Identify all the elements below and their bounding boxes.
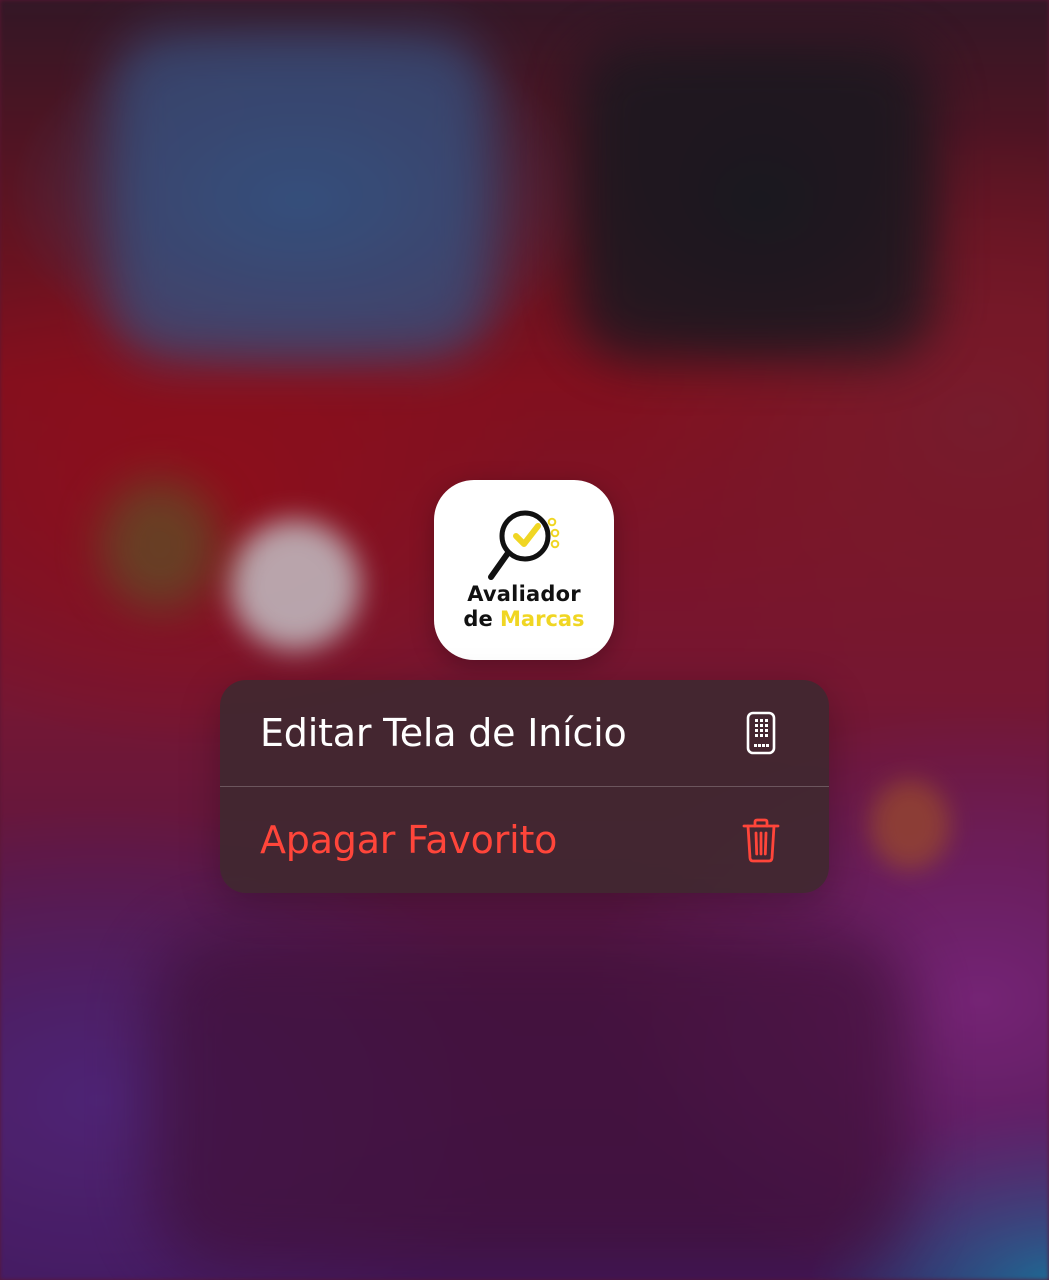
app-logo-text-de: de: [463, 607, 501, 631]
context-menu: Editar Tela de Início Apagar Favorito: [220, 680, 829, 893]
edit-home-screen-label: Editar Tela de Início: [260, 711, 627, 755]
app-icon-avaliador-de-marcas[interactable]: Avaliador de Marcas: [434, 480, 614, 660]
app-logo-text-line1: Avaliador: [467, 582, 581, 606]
app-logo-text-line2: de Marcas: [434, 607, 614, 631]
trash-icon: [739, 815, 783, 865]
phone-screen-icon: [739, 708, 783, 758]
delete-favorite-menu-item[interactable]: Apagar Favorito: [220, 787, 829, 893]
app-logo-text-marcas: Marcas: [500, 607, 585, 631]
magnifier-check-logo-icon: [488, 510, 560, 580]
delete-favorite-label: Apagar Favorito: [260, 818, 558, 862]
edit-home-screen-menu-item[interactable]: Editar Tela de Início: [220, 680, 829, 786]
